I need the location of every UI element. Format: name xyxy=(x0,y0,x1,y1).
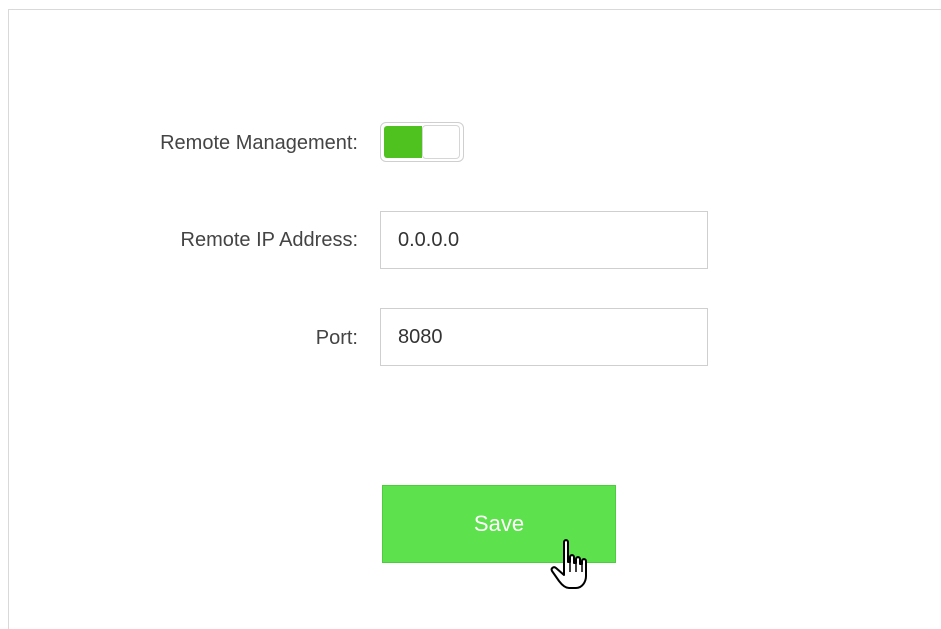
toggle-knob xyxy=(422,125,460,159)
remote-ip-address-label: Remote IP Address: xyxy=(180,229,359,251)
port-input[interactable] xyxy=(380,308,708,366)
remote-ip-address-input[interactable] xyxy=(380,211,708,269)
save-button[interactable]: Save xyxy=(382,485,616,563)
toggle-on-indicator xyxy=(384,126,422,158)
remote-management-toggle[interactable] xyxy=(380,122,464,162)
remote-management-label: Remote Management: xyxy=(160,132,358,154)
port-label: Port: xyxy=(315,327,358,349)
